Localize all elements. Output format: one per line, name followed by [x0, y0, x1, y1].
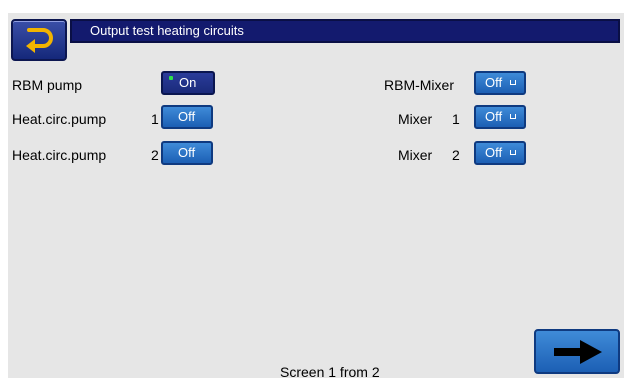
rbm-mixer-label: RBM-Mixer: [384, 77, 454, 93]
mixer-icon: [510, 150, 516, 155]
page-title: Output test heating circuits: [70, 19, 620, 43]
heat-circ-pump-1-toggle[interactable]: Off: [161, 105, 213, 129]
heat-circ-pump-2-label: Heat.circ.pump: [12, 147, 107, 163]
right-arrow-icon: [554, 340, 602, 364]
rbm-pump-toggle[interactable]: On: [161, 71, 215, 95]
mixer-2-toggle[interactable]: Off: [474, 141, 526, 165]
mixer-1-state: Off: [485, 109, 503, 124]
mixer-2-index: 2: [452, 147, 460, 163]
mixer-icon: [510, 114, 516, 119]
heat-circ-pump-2-state: Off: [178, 145, 196, 160]
back-button[interactable]: [11, 19, 67, 61]
heat-circ-pump-1-state: Off: [178, 109, 196, 124]
mixer-1-index: 1: [452, 111, 460, 127]
rbm-pump-state: On: [179, 75, 197, 90]
rbm-mixer-state: Off: [485, 75, 503, 90]
heat-circ-pump-2-toggle[interactable]: Off: [161, 141, 213, 165]
heat-circ-pump-2-index: 2: [151, 147, 159, 163]
return-arrow-icon: [26, 28, 53, 53]
heat-circ-pump-1-index: 1: [151, 111, 159, 127]
screen-indicator: Screen 1 from 2: [280, 365, 380, 378]
mixer-1-toggle[interactable]: Off: [474, 105, 526, 129]
rbm-mixer-toggle[interactable]: Off: [474, 71, 526, 95]
heat-circ-pump-1-label: Heat.circ.pump: [12, 111, 107, 127]
status-led-icon: [169, 76, 173, 80]
mixer-1-label: Mixer: [398, 111, 433, 127]
rbm-pump-label: RBM pump: [12, 77, 83, 93]
next-screen-button[interactable]: [534, 329, 620, 374]
mixer-2-label: Mixer: [398, 147, 433, 163]
mixer-2-state: Off: [485, 145, 503, 160]
mixer-icon: [510, 80, 516, 85]
panel-background: [8, 13, 624, 378]
